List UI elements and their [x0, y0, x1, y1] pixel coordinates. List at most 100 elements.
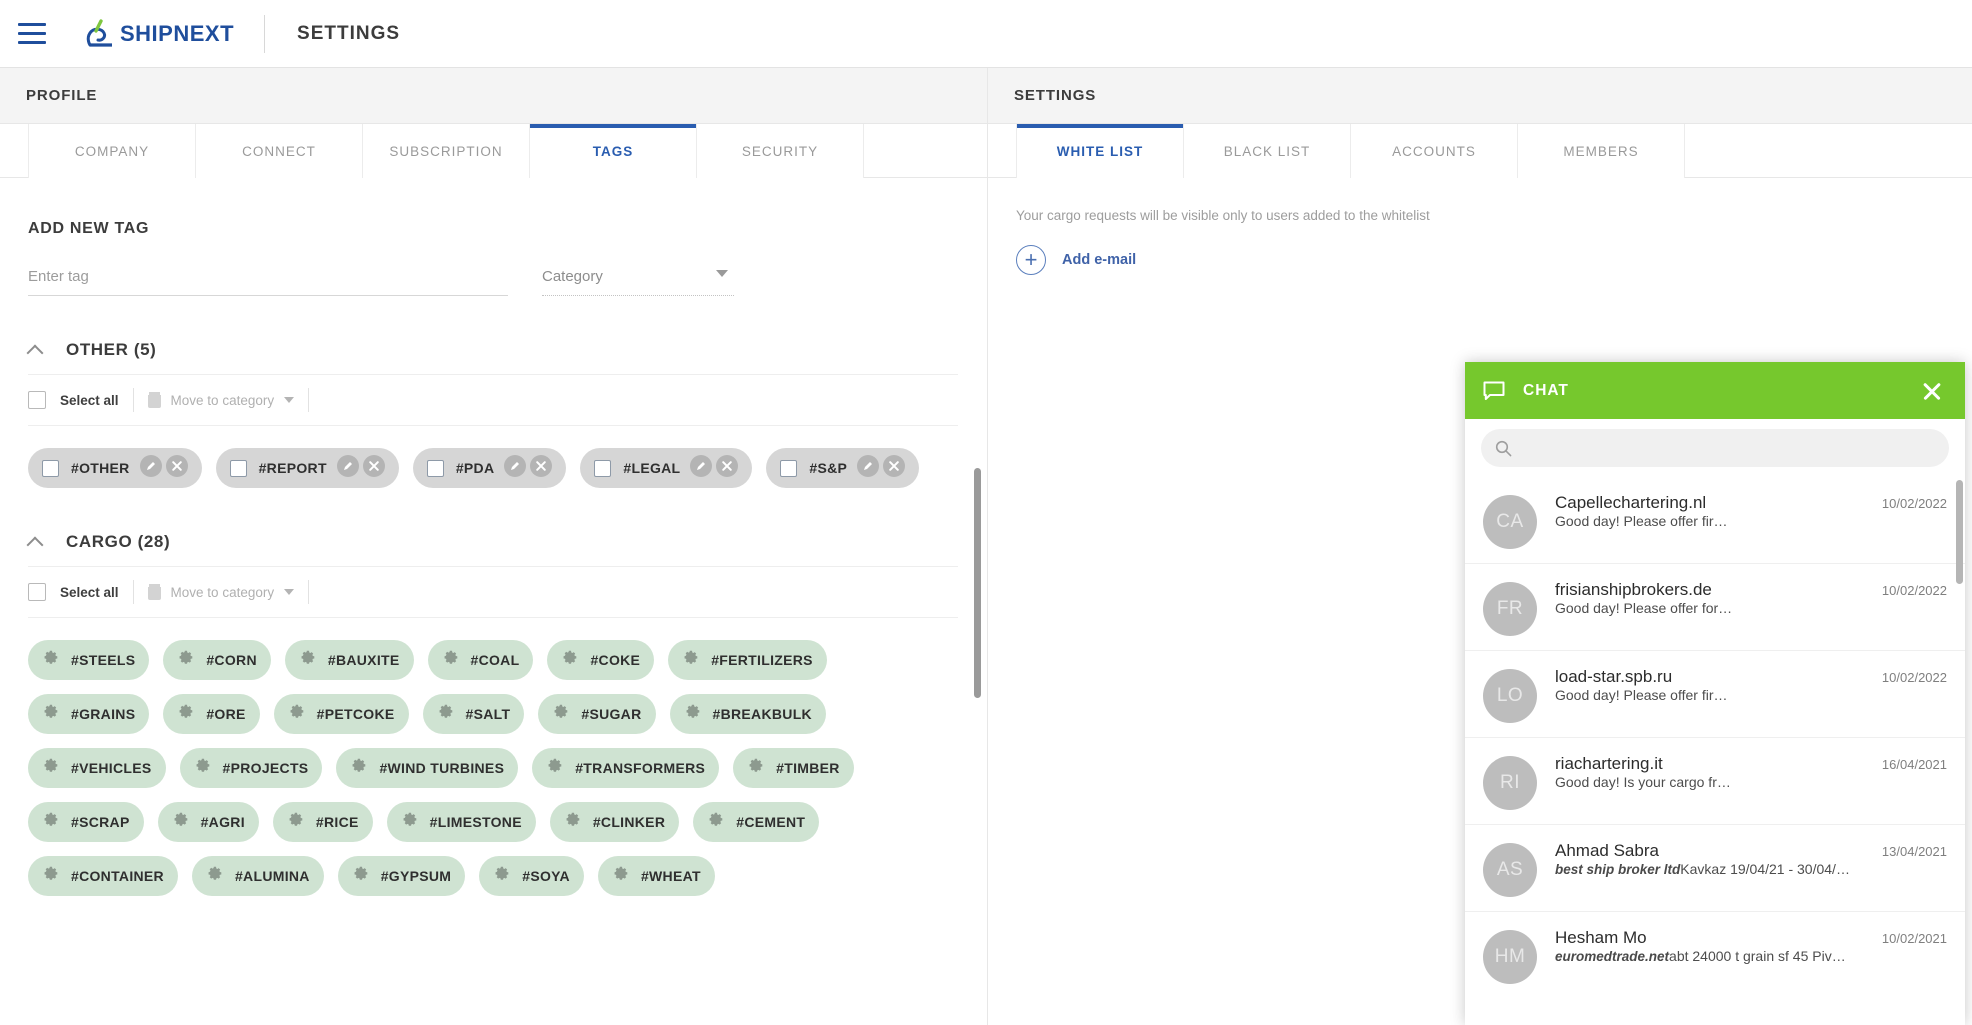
tag-chip[interactable]: #VEHICLES [28, 748, 166, 788]
tags-scrollbar-track[interactable] [974, 178, 984, 1025]
chat-list-item[interactable]: AS Ahmad Sabra 13/04/2021 best ship broker … [1465, 824, 1965, 911]
gear-icon[interactable] [42, 865, 59, 887]
chevron-down-icon[interactable] [284, 589, 295, 595]
gear-icon[interactable] [206, 865, 223, 887]
brand-logo[interactable]: SHIPNEXT [82, 18, 234, 49]
gear-icon[interactable] [564, 811, 581, 833]
gear-icon[interactable] [493, 865, 510, 887]
gear-icon[interactable] [437, 703, 454, 725]
tag-chip[interactable]: #TRANSFORMERS [532, 748, 720, 788]
tag-chip[interactable]: #SUGAR [538, 694, 656, 734]
category-select[interactable]: CategoryOTHERCARGO [542, 268, 734, 296]
tag-name-input[interactable] [28, 268, 508, 296]
tag-chip[interactable]: #PETCOKE [273, 694, 409, 734]
tab-connect[interactable]: CONNECT [195, 124, 363, 178]
gear-icon[interactable] [194, 757, 211, 779]
tab-white-list[interactable]: WHITE LIST [1016, 124, 1184, 178]
chat-list-item[interactable]: LO load-star.spb.ru 10/02/2022 Good day! Pl… [1465, 650, 1965, 737]
tag-chip[interactable]: #COAL [427, 640, 534, 680]
tag-chip[interactable]: #OTHER [28, 448, 202, 488]
tag-chip-checkbox[interactable] [42, 459, 59, 477]
tag-chip[interactable]: #CLINKER [549, 802, 680, 842]
tag-section-header[interactable]: OTHER (5) [28, 340, 958, 360]
delete-icon[interactable] [362, 454, 385, 482]
tag-section-header[interactable]: CARGO (28) [28, 532, 958, 552]
tag-chip[interactable]: #WIND TURBINES [336, 748, 519, 788]
tag-chip[interactable]: #PDA [412, 448, 567, 488]
gear-icon[interactable] [42, 811, 59, 833]
gear-icon[interactable] [612, 865, 629, 887]
tab-company[interactable]: COMPANY [28, 124, 196, 178]
tab-accounts[interactable]: ACCOUNTS [1350, 124, 1518, 178]
move-to-category-label[interactable]: Move to category [171, 585, 275, 600]
gear-icon[interactable] [401, 811, 418, 833]
gear-icon[interactable] [682, 649, 699, 671]
gear-icon[interactable] [177, 649, 194, 671]
chat-list-item[interactable]: FR frisianshipbrokers.de 10/02/2022 Good da… [1465, 563, 1965, 650]
chat-scrollbar-thumb[interactable] [1956, 480, 1963, 584]
gear-icon[interactable] [707, 811, 724, 833]
tag-chip[interactable]: #FERTILIZERS [668, 640, 827, 680]
tab-black-list[interactable]: BLACK LIST [1183, 124, 1351, 178]
tag-chip[interactable]: #S&P [766, 448, 920, 488]
edit-icon[interactable] [504, 454, 527, 482]
tag-chip[interactable]: #BREAKBULK [669, 694, 826, 734]
tag-chip[interactable]: #SALT [422, 694, 525, 734]
tag-chip[interactable]: #GYPSUM [337, 856, 466, 896]
tag-chip[interactable]: #GRAINS [28, 694, 150, 734]
tag-chip[interactable]: #RICE [272, 802, 373, 842]
gear-icon[interactable] [42, 703, 59, 725]
tag-chip[interactable]: #SOYA [479, 856, 584, 896]
gear-icon[interactable] [288, 703, 305, 725]
chat-search-input[interactable] [1522, 440, 1935, 456]
trash-icon[interactable] [147, 392, 161, 408]
tag-chip[interactable]: #CEMENT [693, 802, 820, 842]
chat-list-item[interactable]: HM Hesham Mo 10/02/2021 euromedtrade.netabt… [1465, 911, 1965, 998]
hamburger-menu-icon[interactable] [18, 17, 52, 51]
gear-icon[interactable] [552, 703, 569, 725]
gear-icon[interactable] [177, 703, 194, 725]
tag-chip[interactable]: #TIMBER [733, 748, 854, 788]
gear-icon[interactable] [299, 649, 316, 671]
tag-chip[interactable]: #LEGAL [580, 448, 753, 488]
add-email-button[interactable]: Add e-mail [1016, 245, 1944, 275]
close-icon[interactable] [1919, 378, 1945, 404]
tag-chip-checkbox[interactable] [229, 459, 247, 477]
gear-icon[interactable] [747, 757, 764, 779]
move-to-category-label[interactable]: Move to category [171, 393, 275, 408]
delete-icon[interactable] [165, 454, 188, 482]
edit-icon[interactable] [690, 454, 713, 482]
tag-chip[interactable]: #CORN [163, 640, 271, 680]
delete-icon[interactable] [716, 454, 739, 482]
gear-icon[interactable] [561, 649, 578, 671]
delete-icon[interactable] [883, 454, 906, 482]
gear-icon[interactable] [350, 757, 367, 779]
gear-icon[interactable] [546, 757, 563, 779]
tag-chip[interactable]: #STEELS [28, 640, 150, 680]
gear-icon[interactable] [287, 811, 304, 833]
chevron-up-icon[interactable] [28, 537, 44, 547]
tag-chip[interactable]: #CONTAINER [28, 856, 178, 896]
trash-icon[interactable] [147, 584, 161, 600]
chat-list-item[interactable]: RI riachartering.it 16/04/2021 Good day! Is… [1465, 737, 1965, 824]
tag-chip[interactable]: #BAUXITE [284, 640, 414, 680]
chevron-up-icon[interactable] [28, 345, 44, 355]
tag-chip[interactable]: #ORE [163, 694, 260, 734]
tag-chip[interactable]: #ALUMINA [191, 856, 324, 896]
tag-chip[interactable]: #LIMESTONE [386, 802, 536, 842]
gear-icon[interactable] [42, 757, 59, 779]
delete-icon[interactable] [530, 454, 553, 482]
chat-list-item[interactable]: CA Capellechartering.nl 10/02/2022 Good day… [1465, 477, 1965, 563]
tag-chip[interactable]: #COKE [547, 640, 655, 680]
gear-icon[interactable] [172, 811, 189, 833]
tab-subscription[interactable]: SUBSCRIPTION [362, 124, 530, 178]
tag-chip[interactable]: #SCRAP [28, 802, 144, 842]
tag-chip-checkbox[interactable] [594, 459, 612, 477]
tab-members[interactable]: MEMBERS [1517, 124, 1685, 178]
tab-tags[interactable]: TAGS [529, 124, 697, 178]
chat-search-field[interactable] [1481, 429, 1949, 467]
tag-chip[interactable]: #AGRI [157, 802, 259, 842]
tag-chip[interactable]: #PROJECTS [179, 748, 323, 788]
gear-icon[interactable] [352, 865, 369, 887]
edit-icon[interactable] [139, 454, 162, 482]
